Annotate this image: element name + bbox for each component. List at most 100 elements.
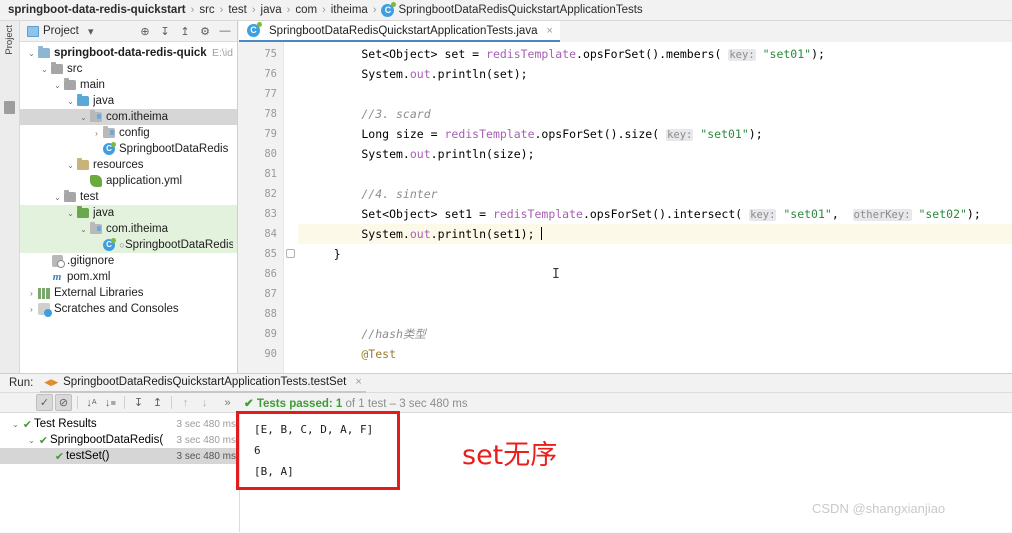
editor-tab-active[interactable]: C SpringbootDataRedisQuickstartApplicati… xyxy=(239,21,560,42)
project-tree-item[interactable]: ⌄ src xyxy=(20,61,237,77)
close-icon[interactable]: × xyxy=(546,25,552,37)
run-configuration-tab[interactable]: ◀▶ SpringbootDataRedisQuickstartApplicat… xyxy=(40,373,366,393)
test-tree-item[interactable]: ⌄ ✔ Test Results 3 sec 480 ms xyxy=(0,416,239,432)
editor-code[interactable]: Set<Object> set = redisTemplate.opsForSe… xyxy=(298,42,1012,373)
project-tree-item[interactable]: ⌄ com.itheima xyxy=(20,109,237,125)
breadcrumb-item-test[interactable]: test xyxy=(228,4,247,16)
show-ignored-toggle[interactable]: ⊘ xyxy=(55,394,72,411)
tree-expand-chevron-icon[interactable]: ⌄ xyxy=(26,49,37,58)
breadcrumb-item-class[interactable]: SpringbootDataRedisQuickstartApplication… xyxy=(398,4,642,16)
fold-region[interactable] xyxy=(284,204,298,224)
chevron-down-icon[interactable]: ▾ xyxy=(83,23,99,39)
next-failed-test-icon[interactable]: ↓ xyxy=(196,394,213,411)
code-line[interactable]: //3. scard xyxy=(298,104,1012,124)
breadcrumb-item-itheima[interactable]: itheima xyxy=(331,4,368,16)
show-passed-toggle[interactable]: ✓ xyxy=(36,394,53,411)
project-tree-item[interactable]: ⌄ java xyxy=(20,93,237,109)
settings-gear-icon[interactable]: ⚙ xyxy=(197,23,213,39)
tree-expand-chevron-icon[interactable]: › xyxy=(26,289,37,298)
fold-region[interactable] xyxy=(284,84,298,104)
project-tree-item[interactable]: ⌄ java xyxy=(20,205,237,221)
previous-failed-test-icon[interactable]: ↑ xyxy=(177,394,194,411)
breadcrumb-item-src[interactable]: src xyxy=(199,4,214,16)
project-tree-item[interactable]: m pom.xml xyxy=(20,269,237,285)
code-line[interactable] xyxy=(298,164,1012,184)
sidebar-item-project[interactable]: Project xyxy=(4,25,15,55)
hide-panel-icon[interactable]: — xyxy=(217,23,233,39)
close-icon[interactable]: × xyxy=(355,376,361,388)
project-tree-item[interactable]: › Scratches and Consoles xyxy=(20,301,237,317)
code-line[interactable] xyxy=(298,284,1012,304)
fold-region[interactable] xyxy=(284,164,298,184)
project-tree[interactable]: ⌄ springboot-data-redis-quickstart E:\id ⌄ s… xyxy=(20,42,237,373)
locate-icon[interactable]: ⊕ xyxy=(137,23,153,39)
tree-expand-chevron-icon[interactable]: ⌄ xyxy=(78,225,89,234)
project-tree-item[interactable]: C SpringbootDataRedis xyxy=(20,141,237,157)
code-line[interactable] xyxy=(298,84,1012,104)
fold-region[interactable] xyxy=(284,44,298,64)
fold-region[interactable] xyxy=(284,324,298,344)
fold-region[interactable] xyxy=(284,104,298,124)
fold-region[interactable] xyxy=(284,264,298,284)
code-line[interactable]: System.out.println(size); xyxy=(298,144,1012,164)
breadcrumb-item-project[interactable]: springboot-data-redis-quickstart xyxy=(8,4,186,16)
fold-marker-icon[interactable] xyxy=(286,249,295,258)
project-tree-item[interactable]: ⌄ springboot-data-redis-quickstart E:\id xyxy=(20,45,237,61)
more-options-icon[interactable]: » xyxy=(219,394,236,411)
code-line[interactable]: System.out.println(set1); xyxy=(298,224,1012,244)
tree-expand-chevron-icon[interactable]: ⌄ xyxy=(65,97,76,106)
tree-expand-chevron-icon[interactable]: › xyxy=(91,129,102,138)
tree-expand-chevron-icon[interactable]: › xyxy=(26,305,37,314)
fold-region[interactable] xyxy=(284,144,298,164)
project-tree-item[interactable]: › config xyxy=(20,125,237,141)
project-tree-item[interactable]: C ○ SpringbootDataRedis xyxy=(20,237,237,253)
project-tree-item[interactable]: application.yml xyxy=(20,173,237,189)
project-tree-item[interactable]: ⌄ main xyxy=(20,77,237,93)
code-line[interactable]: @Test xyxy=(298,344,1012,364)
tree-expand-chevron-icon[interactable]: ⌄ xyxy=(10,420,21,429)
project-tree-item[interactable]: ⌄ com.itheima xyxy=(20,221,237,237)
sort-by-duration-icon[interactable]: ↓ ≣ xyxy=(102,394,119,411)
project-tree-item[interactable]: › External Libraries xyxy=(20,285,237,301)
project-tree-item[interactable]: ⌄ resources xyxy=(20,157,237,173)
fold-region[interactable] xyxy=(284,304,298,324)
tree-expand-chevron-icon[interactable]: ⌄ xyxy=(78,113,89,122)
breadcrumb-item-com[interactable]: com xyxy=(295,4,317,16)
project-tree-item[interactable]: ⌄ test xyxy=(20,189,237,205)
tree-expand-chevron-icon[interactable]: ⌄ xyxy=(39,65,50,74)
test-results-tree[interactable]: ⌄ ✔ Test Results 3 sec 480 ms ⌄ ✔ SpringbootDa… xyxy=(0,413,240,532)
code-line[interactable]: System.out.println(set); xyxy=(298,64,1012,84)
tree-expand-chevron-icon[interactable]: ⌄ xyxy=(65,209,76,218)
fold-region[interactable] xyxy=(284,184,298,204)
tree-expand-chevron-icon[interactable]: ⌄ xyxy=(52,81,63,90)
tree-expand-chevron-icon[interactable]: ⌄ xyxy=(65,161,76,170)
code-line[interactable]: } xyxy=(298,244,1012,264)
fold-region[interactable] xyxy=(284,244,298,264)
tree-expand-chevron-icon[interactable]: ⌄ xyxy=(52,193,63,202)
code-line[interactable]: Set<Object> set1 = redisTemplate.opsForS… xyxy=(298,204,1012,224)
fold-region[interactable] xyxy=(284,124,298,144)
fold-region[interactable] xyxy=(284,224,298,244)
gitignore-file-icon xyxy=(51,255,65,268)
code-line[interactable]: Long size = redisTemplate.opsForSet().si… xyxy=(298,124,1012,144)
code-line[interactable]: Set<Object> set = redisTemplate.opsForSe… xyxy=(298,44,1012,64)
tree-expand-chevron-icon[interactable]: ⌄ xyxy=(26,436,37,445)
expand-all-icon[interactable]: ↧ xyxy=(130,394,147,411)
code-line[interactable] xyxy=(298,304,1012,324)
project-tree-item[interactable]: .gitignore xyxy=(20,253,237,269)
sort-alphabetically-icon[interactable]: ↓ A xyxy=(83,394,100,411)
breadcrumb-item-java[interactable]: java xyxy=(261,4,282,16)
test-tree-item[interactable]: ✔ testSet() 3 sec 480 ms xyxy=(0,448,239,464)
editor-gutter[interactable]: 75 76 77 78 79 80 81 82 83 84 85 86 87 88 89 90 xyxy=(239,42,284,373)
fold-region[interactable] xyxy=(284,64,298,84)
editor-fold-column[interactable] xyxy=(284,42,298,373)
fold-region[interactable] xyxy=(284,344,298,364)
fold-region[interactable] xyxy=(284,284,298,304)
collapse-all-icon[interactable]: ↥ xyxy=(177,23,193,39)
code-line[interactable]: //hash类型 xyxy=(298,324,1012,344)
test-tree-item[interactable]: ⌄ ✔ SpringbootDataRedis(3 sec 480 ms xyxy=(0,432,239,448)
code-line[interactable]: //4. sinter xyxy=(298,184,1012,204)
code-line[interactable] xyxy=(298,264,1012,284)
expand-all-icon[interactable]: ↧ xyxy=(157,23,173,39)
collapse-all-icon[interactable]: ↥ xyxy=(149,394,166,411)
